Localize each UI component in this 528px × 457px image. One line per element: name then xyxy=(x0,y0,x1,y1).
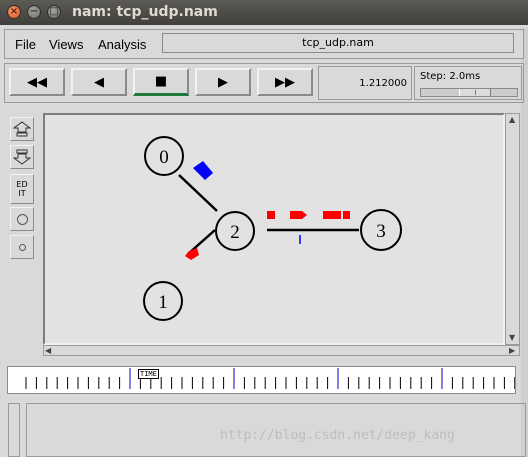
node-label-3: 3 xyxy=(376,221,386,242)
step-label: Step: 2.0ms xyxy=(420,71,481,82)
udp-packet-4 xyxy=(323,211,341,219)
timeline[interactable]: TIME xyxy=(7,366,526,394)
stop-button[interactable]: ■ xyxy=(133,68,189,96)
menu-file[interactable]: File xyxy=(15,37,36,52)
scroll-left-icon[interactable]: ◀ xyxy=(45,347,51,355)
node-label-0: 0 xyxy=(159,147,169,168)
udp-packet-3 xyxy=(290,211,307,219)
udp-packet-2 xyxy=(267,211,275,219)
large-circle-tool[interactable] xyxy=(10,207,34,231)
play-backward-icon: ◀ xyxy=(94,74,104,90)
fast-forward-button[interactable]: ▶▶ xyxy=(257,68,313,96)
small-circle-icon xyxy=(18,243,26,251)
close-window-button[interactable]: × xyxy=(7,5,21,19)
step-slider[interactable] xyxy=(420,88,518,97)
canvas-vertical-scrollbar[interactable]: ▲ ▼ xyxy=(505,113,520,345)
file-title-field: tcp_udp.nam xyxy=(162,33,514,53)
node-label-2: 2 xyxy=(230,222,240,243)
zoom-in-icon xyxy=(13,121,31,137)
rewind-button[interactable]: ◀◀ xyxy=(9,68,65,96)
menu-analysis[interactable]: Analysis xyxy=(98,37,146,52)
rewind-icon: ◀◀ xyxy=(27,74,47,90)
title-bar: × − □ nam: tcp_udp.nam xyxy=(0,0,528,25)
current-time-display: 1.212000 xyxy=(318,66,412,100)
play-backward-button[interactable]: ◀ xyxy=(71,68,127,96)
fast-forward-icon: ▶▶ xyxy=(275,74,295,90)
play-forward-icon: ▶ xyxy=(218,74,228,90)
play-forward-button[interactable]: ▶ xyxy=(195,68,251,96)
zoom-out-tool[interactable] xyxy=(10,145,34,169)
watermark-text: http://blog.csdn.net/deep_kang xyxy=(220,428,455,443)
stop-icon: ■ xyxy=(154,74,168,89)
minimize-window-button[interactable]: − xyxy=(27,5,41,19)
small-circle-tool[interactable] xyxy=(10,235,34,259)
node-label-1: 1 xyxy=(158,292,168,313)
scroll-right-icon[interactable]: ▶ xyxy=(509,347,515,355)
udp-packet-5 xyxy=(343,211,350,219)
network-topology: 0 2 1 3 xyxy=(143,136,402,321)
network-canvas[interactable]: 0 2 1 3 xyxy=(43,113,505,345)
scroll-up-icon[interactable]: ▲ xyxy=(509,116,515,124)
side-toolbar: ED IT xyxy=(8,113,36,265)
menu-bar: File Views Analysis tcp_udp.nam xyxy=(4,29,524,59)
timeline-ticks xyxy=(25,368,526,389)
menu-views[interactable]: Views xyxy=(49,37,83,52)
edit-tool[interactable]: ED IT xyxy=(10,174,34,204)
step-control: Step: 2.0ms xyxy=(414,66,522,100)
circle-icon xyxy=(16,213,28,225)
playback-toolbar: ◀◀ ◀ ■ ▶ ▶▶ 1.212000 Step: 2.0ms xyxy=(4,63,524,103)
scroll-down-icon[interactable]: ▼ xyxy=(509,334,515,342)
time-marker-label[interactable]: TIME xyxy=(138,369,159,379)
canvas-horizontal-scrollbar[interactable]: ◀ ▶ xyxy=(43,345,520,356)
lower-panel-scrollbar[interactable] xyxy=(8,403,20,457)
zoom-in-tool[interactable] xyxy=(10,117,34,141)
maximize-window-button[interactable]: □ xyxy=(47,5,61,19)
link-0-2 xyxy=(178,174,218,212)
zoom-out-icon xyxy=(13,149,31,165)
step-slider-thumb[interactable] xyxy=(459,89,491,96)
window-title: nam: tcp_udp.nam xyxy=(72,4,218,20)
tcp-packet xyxy=(193,161,213,180)
edit-label: ED IT xyxy=(16,180,28,198)
